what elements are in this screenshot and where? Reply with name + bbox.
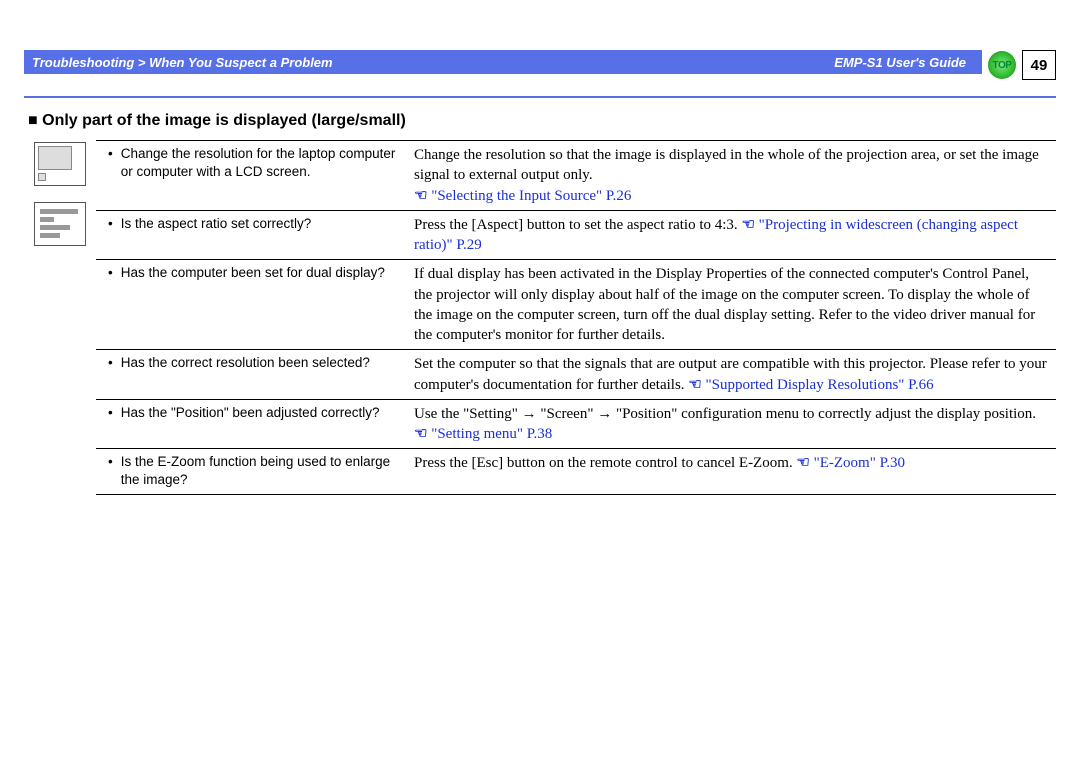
question-cell: Has the computer been set for dual displ…	[104, 264, 398, 282]
question-cell: Change the resolution for the laptop com…	[104, 145, 398, 181]
table-row: Change the resolution for the laptop com…	[96, 141, 1056, 211]
header-row: Troubleshooting > When You Suspect a Pro…	[24, 50, 1056, 80]
table-row: Has the correct resolution been selected…	[96, 350, 1056, 400]
page-number-box: 49	[1022, 50, 1056, 80]
pointer-icon: ☜	[688, 377, 701, 393]
question-cell: Has the correct resolution been selected…	[104, 354, 398, 372]
cross-reference-link[interactable]: "E-Zoom" P.30	[814, 455, 905, 471]
table-row: Is the aspect ratio set correctly? Press…	[96, 210, 1056, 260]
pointer-icon: ☜	[414, 188, 427, 204]
question-cell: Is the aspect ratio set correctly?	[104, 215, 398, 233]
cross-reference-link[interactable]: "Supported Display Resolutions" P.66	[706, 377, 934, 393]
question-cell: Is the E-Zoom function being used to enl…	[104, 453, 398, 489]
answer-cell: Press the [Esc] button on the remote con…	[406, 449, 1056, 494]
guide-title: EMP-S1 User's Guide	[834, 55, 966, 70]
divider-line	[24, 96, 1056, 98]
table-row: Has the computer been set for dual displ…	[96, 260, 1056, 350]
illustration-bars-icon	[34, 202, 86, 246]
table-row: Has the "Position" been adjusted correct…	[96, 399, 1056, 449]
square-bullet-icon: ■	[28, 112, 38, 130]
section-title-text: Only part of the image is displayed (lar…	[42, 112, 406, 129]
table-row: Is the E-Zoom function being used to enl…	[96, 449, 1056, 494]
answer-cell: Use the "Setting" → "Screen" → "Position…	[406, 399, 1056, 449]
pointer-icon: ☜	[414, 426, 427, 442]
icon-column	[24, 140, 96, 246]
header-bar: Troubleshooting > When You Suspect a Pro…	[24, 50, 982, 74]
answer-cell: Change the resolution so that the image …	[406, 141, 1056, 211]
answer-cell: Press the [Aspect] button to set the asp…	[406, 210, 1056, 260]
section-title: ■ Only part of the image is displayed (l…	[28, 112, 1056, 130]
cross-reference-link[interactable]: "Selecting the Input Source" P.26	[431, 188, 631, 204]
troubleshooting-table: Change the resolution for the laptop com…	[96, 140, 1056, 495]
answer-cell: If dual display has been activated in th…	[406, 260, 1056, 350]
pointer-icon: ☜	[741, 217, 754, 233]
top-icon-label: TOP	[993, 60, 1012, 71]
illustration-large-small-icon	[34, 142, 86, 186]
answer-cell: Set the computer so that the signals tha…	[406, 350, 1056, 400]
page-number: 49	[1031, 57, 1048, 74]
breadcrumb: Troubleshooting > When You Suspect a Pro…	[32, 55, 834, 70]
top-icon[interactable]: TOP	[988, 51, 1016, 79]
question-cell: Has the "Position" been adjusted correct…	[104, 404, 398, 422]
cross-reference-link[interactable]: "Setting menu" P.38	[431, 426, 552, 442]
pointer-icon: ☜	[796, 455, 809, 471]
